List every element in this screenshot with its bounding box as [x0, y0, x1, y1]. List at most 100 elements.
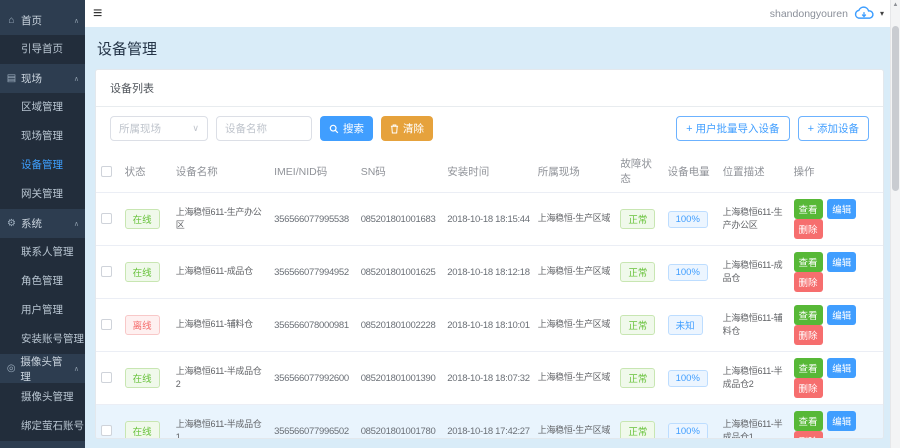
page-title: 设备管理 [97, 38, 884, 59]
sidebar-section-header[interactable]: ▤ 现场 ∧ [0, 64, 85, 93]
select-all-checkbox[interactable] [101, 166, 112, 177]
delete-button[interactable]: 删除 [794, 272, 823, 292]
sidebar-item[interactable]: 绑定萤石账号 [0, 412, 85, 441]
view-button[interactable]: 查看 [794, 305, 823, 325]
sn-cell: 085201801001683 [356, 193, 443, 246]
chevron-up-icon: ∧ [74, 75, 79, 83]
page-scrollbar[interactable]: ▲ [890, 0, 900, 448]
row-checkbox[interactable] [101, 213, 112, 224]
site-icon: ▤ [6, 73, 17, 84]
edit-button[interactable]: 编辑 [827, 252, 856, 272]
sidebar-section-header[interactable]: ◎ 摄像头管理 ∧ [0, 354, 85, 383]
gear-icon: ⚙ [6, 218, 17, 229]
add-device-button[interactable]: + 添加设备 [798, 116, 869, 141]
row-checkbox[interactable] [101, 425, 112, 436]
clear-button-label: 清除 [403, 121, 424, 136]
panel-title: 设备列表 [96, 70, 883, 107]
install-time-cell: 2018-10-18 18:07:32 [442, 352, 533, 405]
status-badge: 在线 [125, 262, 160, 282]
col-actions: 操作 [789, 150, 884, 193]
row-checkbox[interactable] [101, 319, 112, 330]
status-badge: 离线 [125, 315, 160, 335]
scrollbar-thumb[interactable] [892, 26, 899, 191]
caret-down-icon: ▾ [880, 9, 884, 18]
imei-cell: 356566077992600 [269, 352, 356, 405]
view-button[interactable]: 查看 [794, 411, 823, 431]
sidebar-section-items: 联系人管理 角色管理 用户管理 安装账号管理 [0, 238, 85, 354]
install-time-cell: 2018-10-18 18:15:44 [442, 193, 533, 246]
delete-button[interactable]: 删除 [794, 431, 823, 439]
sidebar-section-items: 区域管理 现场管理 设备管理 网关管理 [0, 93, 85, 209]
chevron-up-icon: ∧ [74, 17, 79, 25]
batch-import-button[interactable]: + 用户批量导入设备 [676, 116, 789, 141]
sidebar-item[interactable]: 摄像头管理 [0, 383, 85, 412]
batch-import-label: 用户批量导入设备 [696, 121, 780, 136]
location-cell: 上海稳恒611-生产办公区 [718, 193, 789, 246]
delete-button[interactable]: 删除 [794, 325, 823, 345]
sidebar-section-header[interactable]: ⚙ 系统 ∧ [0, 209, 85, 238]
sidebar-item[interactable]: 安装账号管理 [0, 325, 85, 354]
sidebar-section-header[interactable]: ⌂ 首页 ∧ [0, 6, 85, 35]
col-imei: IMEI/NID码 [269, 150, 356, 193]
view-button[interactable]: 查看 [794, 199, 823, 219]
trash-icon [390, 124, 399, 134]
sidebar-item[interactable]: 现场管理 [0, 122, 85, 151]
delete-button[interactable]: 删除 [794, 219, 823, 239]
hamburger-icon[interactable]: ≡ [93, 6, 102, 22]
site-select[interactable]: 所属现场 ∨ [110, 116, 208, 141]
sn-cell: 085201801001625 [356, 246, 443, 299]
table-row: 在线 上海稳恒611-生产办公区 356566077995538 0852018… [96, 193, 883, 246]
imei-cell: 356566078000981 [269, 299, 356, 352]
sidebar-item[interactable]: 用户管理 [0, 296, 85, 325]
home-icon: ⌂ [6, 15, 17, 26]
plus-icon: + [808, 123, 814, 135]
sidebar-item[interactable]: 区域管理 [0, 93, 85, 122]
view-button[interactable]: 查看 [794, 252, 823, 272]
table-row: 在线 上海稳恒611-成品仓 356566077994952 085201801… [96, 246, 883, 299]
search-button[interactable]: 搜索 [320, 116, 373, 141]
delete-button[interactable]: 删除 [794, 378, 823, 398]
install-time-cell: 2018-10-18 17:42:27 [442, 405, 533, 440]
sn-cell: 085201801001780 [356, 405, 443, 440]
row-checkbox[interactable] [101, 266, 112, 277]
row-checkbox[interactable] [101, 372, 112, 383]
sidebar-item[interactable]: 角色管理 [0, 267, 85, 296]
edit-button[interactable]: 编辑 [827, 199, 856, 219]
sidebar-section: ▤ 现场 ∧ 区域管理 现场管理 设备管理 网关管理 [0, 64, 85, 209]
fault-status-badge: 正常 [620, 315, 655, 335]
chevron-up-icon: ∧ [74, 365, 79, 373]
sidebar-item[interactable]: 联系人管理 [0, 238, 85, 267]
user-menu[interactable]: shandongyouren ▾ [770, 6, 884, 21]
sn-cell: 085201801001390 [356, 352, 443, 405]
edit-button[interactable]: 编辑 [827, 358, 856, 378]
sidebar-section-label: 首页 [21, 13, 42, 28]
col-device-name: 设备名称 [171, 150, 269, 193]
site-cell: 上海稳恒-生产区域 [533, 193, 616, 246]
col-fault: 故障状态 [615, 150, 662, 193]
imei-cell: 356566077996502 [269, 405, 356, 440]
sidebar-item[interactable]: 引导首页 [0, 35, 85, 64]
device-name-input[interactable] [216, 116, 312, 141]
col-install-time: 安装时间 [442, 150, 533, 193]
fault-status-badge: 正常 [620, 262, 655, 282]
sidebar-section-label: 系统 [21, 216, 42, 231]
site-cell: 上海稳恒-生产区域 [533, 299, 616, 352]
table-header-row: 状态 设备名称 IMEI/NID码 SN码 安装时间 所属现场 故障状态 设备电… [96, 150, 883, 193]
sidebar: ⌂ 首页 ∧ 引导首页 ▤ 现场 ∧ 区域管理 现场管理 设备管理 网关管理 ⚙… [0, 0, 85, 448]
device-name-cell: 上海稳恒611-生产办公区 [171, 193, 269, 246]
site-cell: 上海稳恒-生产区域 [533, 352, 616, 405]
view-button[interactable]: 查看 [794, 358, 823, 378]
sidebar-section: ◎ 摄像头管理 ∧ 摄像头管理 绑定萤石账号 [0, 354, 85, 441]
imei-cell: 356566077995538 [269, 193, 356, 246]
edit-button[interactable]: 编辑 [827, 411, 856, 431]
device-name-cell: 上海稳恒611-半成品仓1 [171, 405, 269, 440]
fault-status-badge: 正常 [620, 368, 655, 388]
col-sn: SN码 [356, 150, 443, 193]
device-list-card: 设备列表 所属现场 ∨ 搜索 [95, 69, 884, 439]
sidebar-item[interactable]: 网关管理 [0, 180, 85, 209]
scroll-up-icon[interactable]: ▲ [891, 0, 900, 11]
sidebar-item[interactable]: 设备管理 [0, 151, 85, 180]
content: 设备管理 设备列表 所属现场 ∨ 搜索 [85, 27, 900, 448]
clear-button[interactable]: 清除 [381, 116, 433, 141]
edit-button[interactable]: 编辑 [827, 305, 856, 325]
